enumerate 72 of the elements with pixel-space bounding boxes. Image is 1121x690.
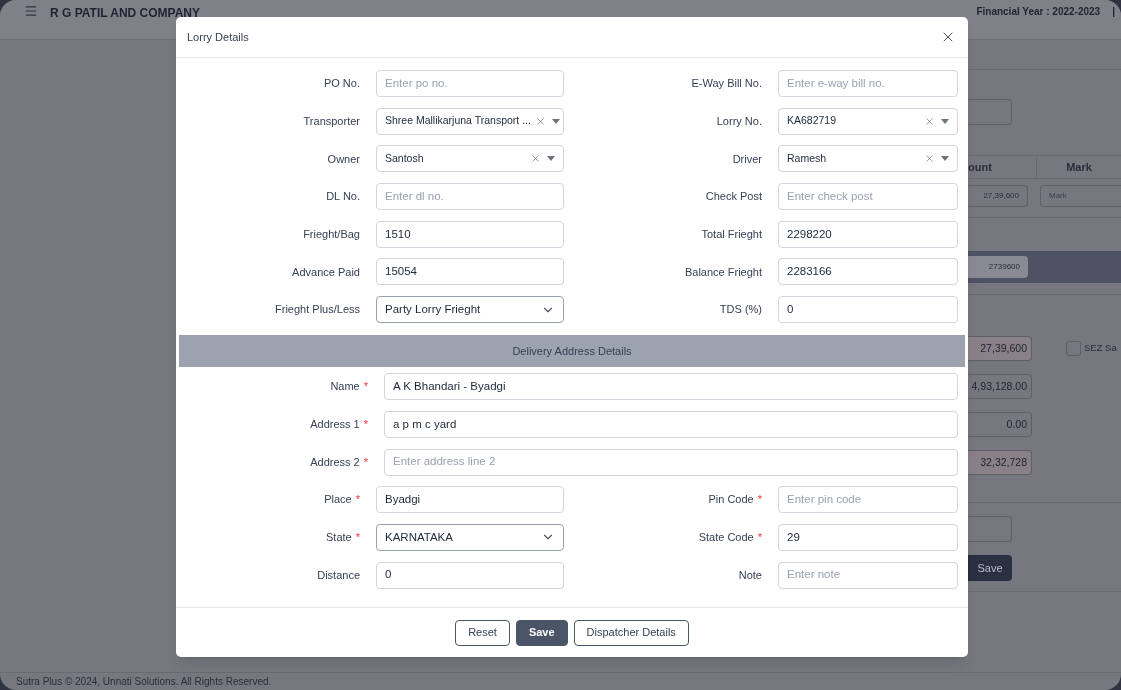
separator: | xyxy=(1112,5,1115,19)
copyright-text: Sutra Plus © 2024, Unnati Solutions. All Rights Reserved. xyxy=(16,675,272,689)
input-field[interactable]: A K Bhandari - Byadgi xyxy=(384,373,958,401)
dialog-title: Lorry Details xyxy=(187,29,249,45)
select-field[interactable]: KA682719 xyxy=(778,107,958,135)
select-field[interactable]: Ramesh xyxy=(778,145,958,173)
field-label: Frieght/Bag xyxy=(303,227,360,242)
required-mark: * xyxy=(355,492,360,508)
input-field[interactable]: 2298220 xyxy=(778,220,958,248)
required-mark: * xyxy=(363,454,368,470)
input-field[interactable]: 15054 xyxy=(376,258,564,286)
field-label: Address 1 xyxy=(310,417,360,433)
field-label: Check Post xyxy=(705,189,762,205)
company-name: R G PATIL AND COMPANY xyxy=(50,5,200,22)
input-field[interactable]: 0 xyxy=(778,296,958,324)
column-header: ount xyxy=(968,159,993,175)
caret-icon[interactable] xyxy=(547,156,555,162)
input-field[interactable]: Byadgi xyxy=(376,486,564,514)
amount-field[interactable]: 2739600 xyxy=(968,256,1028,278)
required-mark: * xyxy=(363,379,368,395)
select-field[interactable]: KARNATAKA xyxy=(376,523,564,551)
input-field[interactable]: 1510 xyxy=(376,220,564,248)
field-label: TDS (%) xyxy=(719,302,762,318)
field-label: Transporter xyxy=(303,113,360,129)
field-label: Address 2 xyxy=(310,454,360,470)
caret-icon[interactable] xyxy=(941,118,949,124)
clear-icon[interactable] xyxy=(924,115,935,127)
field-label: State Code xyxy=(698,530,754,546)
input-field[interactable]: 2283166 xyxy=(778,258,958,286)
clear-icon[interactable] xyxy=(924,153,935,165)
field-label: Distance xyxy=(317,567,360,583)
field-label: State xyxy=(326,530,352,546)
dialog-button[interactable]: Reset xyxy=(455,619,510,646)
select-field[interactable]: Santosh xyxy=(376,145,564,173)
select-field[interactable]: Party Lorry Frieght xyxy=(376,296,564,324)
input-field[interactable]: 0 xyxy=(376,561,564,589)
required-mark: * xyxy=(355,530,360,546)
field-label: E-Way Bill No. xyxy=(691,76,762,92)
select-field[interactable]: Shree Mallikarjuna Transport ... xyxy=(376,107,564,135)
save-button[interactable]: Save xyxy=(968,555,1012,581)
section-header: Delivery Address Details xyxy=(179,335,965,368)
field-label: Place xyxy=(324,492,352,508)
field-label: Advance Paid xyxy=(292,264,360,280)
field-label: Owner xyxy=(327,151,360,167)
field-label: Pin Code xyxy=(708,492,754,508)
field-label: Name xyxy=(330,379,360,395)
field-label: Total Frieght xyxy=(701,227,762,242)
input-field[interactable]: a p m c yard xyxy=(384,410,958,438)
field-label: Note xyxy=(738,567,762,583)
checkbox[interactable] xyxy=(1066,341,1081,356)
field-label: Driver xyxy=(732,151,762,167)
field-label: Frieght Plus/Less xyxy=(275,302,360,318)
caret-icon[interactable] xyxy=(551,118,560,124)
required-mark: * xyxy=(757,492,762,508)
required-mark: * xyxy=(757,530,762,546)
field-label: DL No. xyxy=(326,189,360,205)
field-label: Balance Frieght xyxy=(684,264,762,280)
clear-icon[interactable] xyxy=(530,153,541,165)
dialog-button[interactable]: Save xyxy=(515,619,568,646)
caret-icon[interactable] xyxy=(941,156,949,162)
input-field[interactable]: 29 xyxy=(778,523,958,551)
total-field[interactable]: 32,32,728 xyxy=(968,450,1032,475)
financial-year: Financial Year : 2022-2023 xyxy=(976,5,1101,19)
menu-icon[interactable] xyxy=(24,4,38,18)
clear-icon[interactable] xyxy=(534,115,546,127)
total-field[interactable]: 27,39,600 xyxy=(968,336,1032,361)
field-label: PO No. xyxy=(323,76,360,92)
field-label: Lorry No. xyxy=(716,113,762,129)
column-header: Mark xyxy=(1036,156,1121,178)
required-mark: * xyxy=(363,417,368,433)
dialog-button[interactable]: Dispatcher Details xyxy=(573,619,689,646)
checkbox-label: SEZ Sa xyxy=(1084,341,1117,356)
